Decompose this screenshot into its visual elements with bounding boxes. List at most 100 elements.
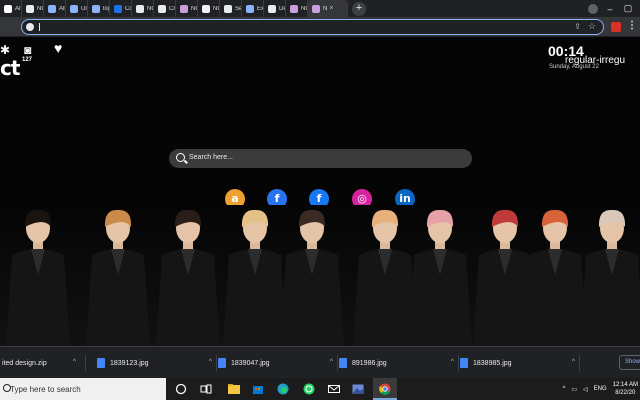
browser-tab[interactable]: Anjal — [0, 0, 22, 17]
tab-favicon-icon — [136, 4, 144, 13]
browser-tab[interactable]: NCT — [132, 0, 154, 17]
google-icon — [26, 23, 34, 31]
browser-tab[interactable]: Crea — [154, 0, 176, 17]
group-photo — [0, 205, 640, 346]
browser-tab[interactable]: Com — [110, 0, 132, 17]
taskbar-time: 12:14 AM — [612, 382, 638, 388]
tab-favicon-icon — [92, 4, 100, 13]
tab-favicon-icon — [224, 4, 232, 13]
tab-title: Delet — [279, 5, 285, 12]
taskbar-search-box[interactable]: Type here to search — [0, 378, 166, 400]
file-icon — [218, 358, 226, 368]
windows-taskbar: Type here to search ^ ▭ ◁ ENG 12:14 AM 8… — [0, 378, 640, 400]
tray-overflow-icon[interactable]: ^ — [563, 386, 566, 392]
new-tab-page: ✱ ◙ ♥ ct 127 00:14 regular-irregu Sunday… — [0, 37, 640, 346]
browser-tab[interactable]: NCT — [198, 0, 220, 17]
heart-icon[interactable]: ♥ — [54, 40, 62, 56]
download-separator — [579, 355, 580, 371]
download-file-name: 891986.jpg — [352, 359, 387, 367]
browser-tab[interactable]: Delet — [264, 0, 286, 17]
taskbar-clock[interactable]: 12:14 AM 8/22/20 — [613, 381, 638, 397]
browser-toolbar: ⇪ ☆ — [0, 17, 640, 37]
extension-icon[interactable] — [611, 22, 621, 32]
edge-icon[interactable] — [277, 383, 289, 395]
taskbar-search-placeholder: Type here to search — [10, 385, 81, 394]
photos-icon[interactable] — [352, 383, 364, 395]
address-bar[interactable]: ⇪ ☆ — [21, 19, 604, 35]
file-explorer-icon[interactable] — [228, 383, 240, 395]
download-file-name: 1839047.jpg — [231, 359, 270, 367]
chrome-icon[interactable] — [379, 383, 391, 395]
tab-title: NCT — [147, 5, 153, 12]
browser-tab[interactable]: Exten — [242, 0, 264, 17]
download-file-name: 1838985.jpg — [473, 359, 512, 367]
tab-title: Com — [125, 5, 131, 12]
settings-icon[interactable]: ✱ — [0, 43, 10, 57]
chrome-menu-icon[interactable]: ⋮ — [627, 20, 637, 31]
browser-tab[interactable]: logo — [88, 0, 110, 17]
nct-logo: ct — [0, 56, 20, 80]
tab-title: logo — [103, 5, 109, 12]
tab-title: Exten — [257, 5, 263, 12]
tab-title: NCT — [301, 5, 307, 12]
tab-title: NCT — [191, 5, 197, 12]
tab-title: N — [323, 5, 328, 12]
tab-favicon-icon — [268, 4, 276, 13]
text-caret — [39, 23, 40, 31]
cortana-icon[interactable] — [175, 383, 187, 395]
network-icon[interactable]: ▭ — [571, 386, 577, 393]
tab-title: NCT — [213, 5, 219, 12]
tab-title: All y — [59, 5, 65, 12]
new-tab-button[interactable]: + — [352, 1, 366, 16]
search-bar[interactable]: Search here... — [169, 149, 472, 168]
window-controls: – ▢ — [588, 0, 640, 17]
file-icon — [460, 358, 468, 368]
store-icon[interactable] — [252, 383, 264, 395]
tab-title: Untit — [81, 5, 87, 12]
language-indicator[interactable]: ENG — [594, 386, 607, 392]
tab-favicon-icon — [202, 4, 210, 13]
download-item[interactable]: 1839047.jpg — [218, 354, 270, 372]
task-view-icon[interactable] — [200, 383, 212, 395]
download-item[interactable]: 1839123.jpg — [97, 354, 149, 372]
share-icon[interactable]: ⇪ — [574, 22, 581, 31]
download-item[interactable]: 891986.jpg — [339, 354, 387, 372]
tab-favicon-icon — [48, 4, 56, 13]
tab-title: NCT — [37, 5, 43, 12]
maximize-button[interactable]: ▢ — [622, 3, 634, 14]
download-item[interactable]: 1838985.jpg — [460, 354, 512, 372]
system-tray: ^ ▭ ◁ ENG 12:14 AM 8/22/20 — [563, 378, 640, 400]
browser-tab[interactable]: NCT — [176, 0, 198, 17]
downloads-bar: Show ited design.zip ^ 1839123.jpg ^ 1839047… — [0, 346, 640, 378]
minimize-button[interactable]: – — [604, 4, 616, 14]
tab-close-icon[interactable]: × — [329, 5, 333, 12]
tab-favicon-icon — [312, 4, 320, 13]
download-options-icon[interactable]: ^ — [451, 359, 454, 365]
tab-search-icon[interactable] — [588, 3, 598, 14]
download-separator — [216, 355, 217, 371]
download-options-icon[interactable]: ^ — [209, 359, 212, 365]
nct-logo-number: 127 — [22, 57, 33, 63]
browser-tab[interactable]: Settin — [220, 0, 242, 17]
screen: Anjal NCT All y Untit logo Com NCT Crea NCT NCT Se… — [0, 0, 640, 400]
file-icon — [97, 358, 105, 368]
bookmark-star-icon[interactable]: ☆ — [588, 21, 596, 32]
top-left-icons: ✱ ◙ — [0, 43, 31, 57]
gamepad-icon[interactable]: ◙ — [24, 43, 31, 57]
browser-tab[interactable]: NCT — [286, 0, 308, 17]
volume-icon[interactable]: ◁ — [583, 386, 588, 393]
whatsapp-icon[interactable] — [303, 383, 315, 395]
search-placeholder: Search here... — [189, 154, 233, 161]
taskbar-date: 8/22/20 — [615, 390, 636, 396]
download-options-icon[interactable]: ^ — [73, 359, 76, 365]
browser-tab[interactable]: All y — [44, 0, 66, 17]
mail-icon[interactable] — [328, 383, 340, 395]
browser-tab[interactable]: Untit — [66, 0, 88, 17]
browser-tab[interactable]: NCT — [22, 0, 44, 17]
download-options-icon[interactable]: ^ — [330, 359, 333, 365]
download-item[interactable]: ited design.zip — [2, 354, 47, 372]
download-options-icon[interactable]: ^ — [572, 359, 575, 365]
browser-tab[interactable]: N × — [308, 0, 348, 17]
download-file-name: ited design.zip — [2, 359, 47, 367]
show-all-downloads-button[interactable]: Show — [619, 355, 640, 370]
